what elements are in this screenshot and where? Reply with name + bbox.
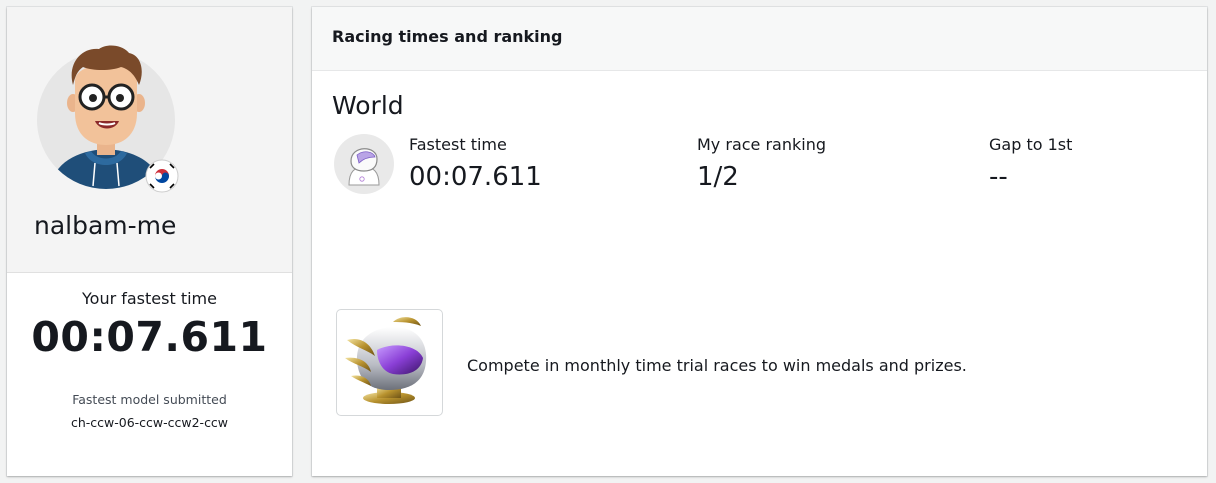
country-flag-icon <box>145 159 179 193</box>
ranking-card-header: Racing times and ranking <box>312 7 1207 71</box>
race-ranking-value: 1/2 <box>697 162 739 192</box>
ranking-card: Racing times and ranking World Fastest t… <box>312 7 1207 476</box>
profile-card: nalbam-me Your fastest time 00:07.611 Fa… <box>7 7 292 476</box>
medal-helmet-icon <box>336 309 443 416</box>
ranking-card-title: Racing times and ranking <box>332 27 563 46</box>
fastest-model-label: Fastest model submitted <box>72 392 227 407</box>
profile-header: nalbam-me <box>7 7 292 273</box>
race-ranking-label: My race ranking <box>697 135 826 154</box>
gap-to-first-value: -- <box>989 162 1008 192</box>
fastest-time-stat-label: Fastest time <box>409 135 507 154</box>
fastest-time-stat-value: 00:07.611 <box>409 162 542 192</box>
fastest-model-name[interactable]: ch-ccw-06-ccw-ccw2-ccw <box>7 415 292 430</box>
world-section-title: World <box>332 91 404 120</box>
racer-helmet-icon <box>333 133 395 195</box>
gap-to-first-label: Gap to 1st <box>989 135 1073 154</box>
username: nalbam-me <box>34 211 177 240</box>
promo-text: Compete in monthly time trial races to w… <box>467 356 967 375</box>
fastest-time-value: 00:07.611 <box>31 313 268 361</box>
fastest-time-label: Your fastest time <box>82 289 217 308</box>
